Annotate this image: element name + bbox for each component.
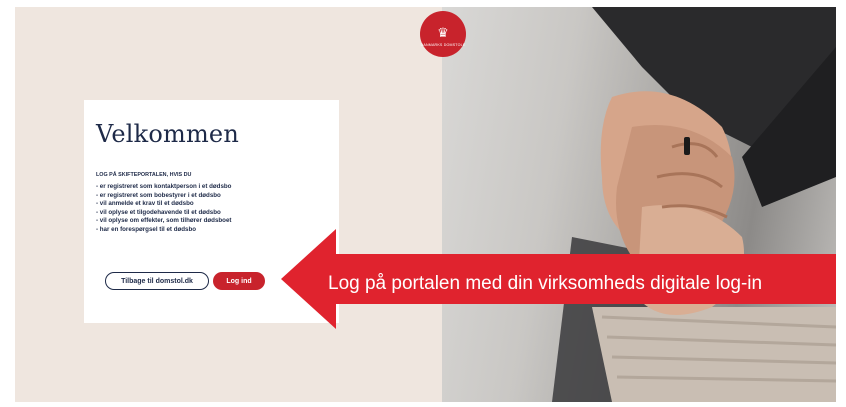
login-subheading: LOG PÅ SKIFTEPORTALEN, HVIS DU [96, 172, 192, 178]
list-item: - vil anmelde et krav til et dødsbo [96, 200, 194, 208]
hands-photo [442, 7, 836, 402]
callout-text: Log på portalen med din virksomheds digi… [328, 273, 763, 294]
list-item: - vil oplyse om effekter, som tilhører d… [96, 217, 232, 225]
reasons-list: - er registreret som kontaktperson i et … [96, 183, 231, 235]
crown-icon: ♛ [437, 24, 449, 40]
list-item: - er registreret som bobestyrer i et død… [96, 191, 221, 199]
list-item: - vil oplyse et tilgodehavende til et dø… [96, 208, 221, 216]
list-item: - har en forespørgsel til et dødsbo [96, 225, 197, 233]
page-title: Velkommen [96, 120, 239, 148]
login-button[interactable]: Log ind [213, 272, 265, 290]
back-to-domstol-button[interactable]: Tilbage til domstol.dk [105, 272, 209, 290]
list-item: - er registreret som kontaktperson i et … [96, 183, 232, 190]
logo-text: Danmarks Domstole [420, 42, 466, 47]
domstole-logo[interactable]: ♛ Danmarks Domstole [420, 11, 466, 57]
